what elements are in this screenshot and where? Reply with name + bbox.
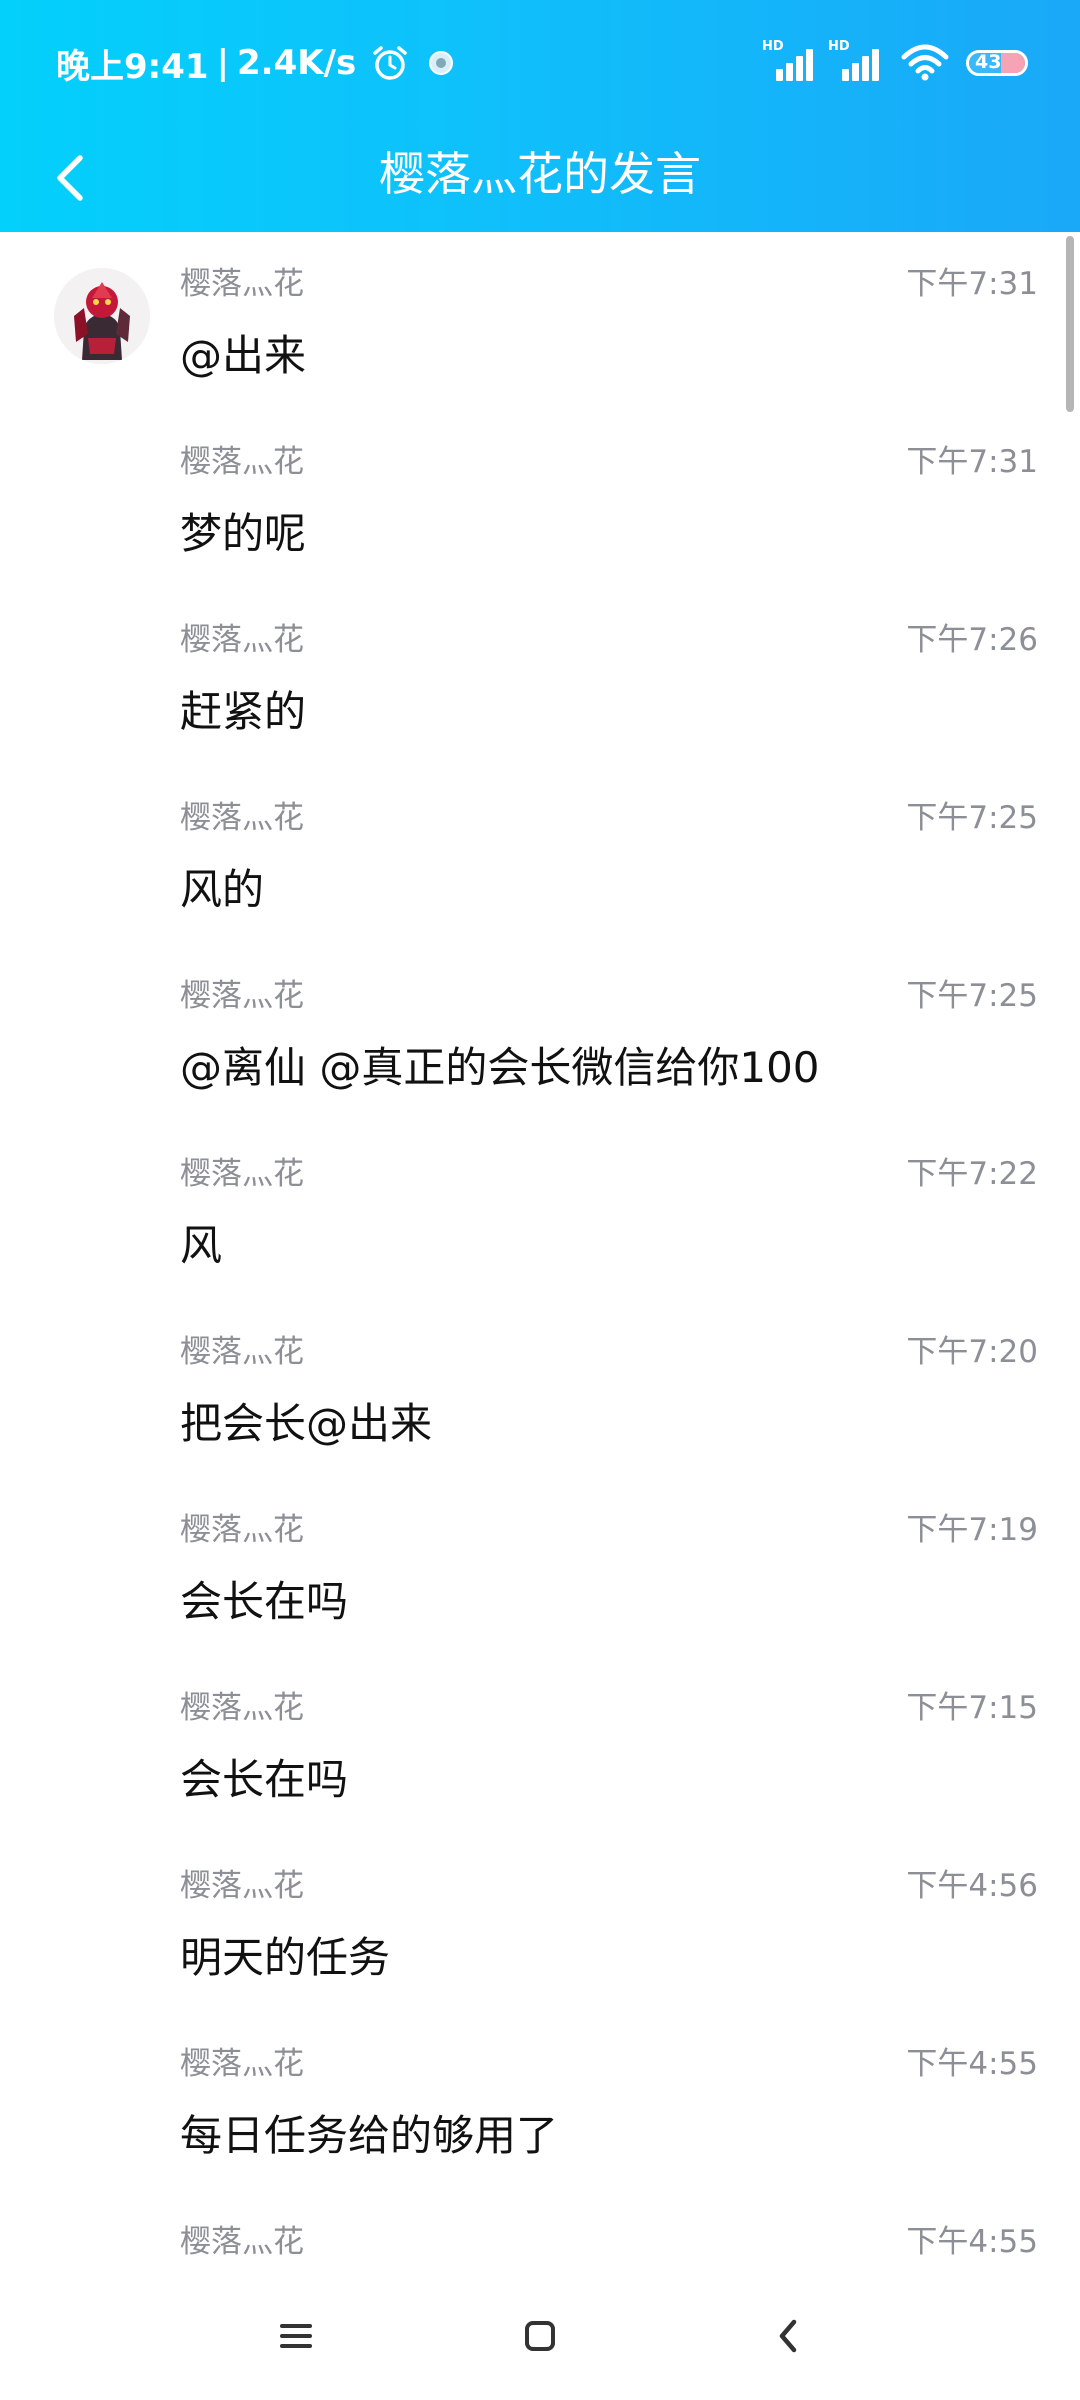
system-nav-bar — [0, 2268, 1080, 2400]
message-item[interactable]: 樱落灬花 下午7:26 赶紧的 — [0, 588, 1080, 766]
sender-name: 樱落灬花 — [180, 1868, 304, 1904]
message-text: @离仙 @真正的会长微信给你100 — [180, 1043, 820, 1092]
message-time: 下午7:15 — [906, 1690, 1038, 1726]
message-item[interactable]: 樱落灬花 下午7:22 风 — [0, 1122, 1080, 1300]
battery-indicator: 43 — [966, 50, 1028, 76]
message-item[interactable]: 樱落灬花 下午4:56 明天的任务 — [0, 1834, 1080, 2012]
sender-name: 樱落灬花 — [180, 800, 304, 836]
message-text: 把会长@出来 — [180, 1399, 433, 1448]
message-text: 会长在吗 — [180, 1755, 349, 1804]
message-time: 下午4:55 — [906, 2046, 1038, 2082]
sender-name: 樱落灬花 — [180, 1512, 304, 1548]
title-bar: 樱落灬花的发言 — [0, 126, 1080, 232]
message-item[interactable]: 樱落灬花 下午7:31 @出来 — [0, 232, 1080, 410]
sender-name: 樱落灬花 — [180, 2224, 304, 2260]
message-text: 会长在吗 — [180, 1577, 349, 1626]
message-time: 下午4:56 — [906, 1868, 1038, 1904]
sender-name: 樱落灬花 — [180, 978, 304, 1014]
menu-icon — [280, 2324, 312, 2348]
message-item[interactable]: 樱落灬花 下午7:20 把会长@出来 — [0, 1300, 1080, 1478]
home-icon — [525, 2321, 555, 2351]
battery-level: 43 — [975, 51, 1002, 73]
status-right: HD HD 43 — [750, 38, 1028, 88]
message-text: 赶紧的 — [180, 687, 307, 736]
message-time: 下午7:31 — [906, 266, 1038, 302]
sender-name: 樱落灬花 — [180, 266, 304, 302]
sender-name: 樱落灬花 — [180, 1334, 304, 1370]
message-text: 每日任务给的够用了 — [180, 2111, 559, 2160]
avatar[interactable] — [54, 268, 150, 364]
message-time: 下午7:25 — [906, 800, 1038, 836]
message-time: 下午7:25 — [906, 978, 1038, 1014]
alarm-clock-icon — [370, 43, 410, 83]
home-button[interactable] — [500, 2296, 580, 2376]
signal-2-icon: HD — [828, 39, 882, 83]
page-title: 樱落灬花的发言 — [379, 147, 701, 201]
sender-name: 樱落灬花 — [180, 444, 304, 480]
message-item[interactable]: 樱落灬花 下午4:55 每日任务给的够用了 — [0, 2012, 1080, 2190]
back-button[interactable] — [34, 142, 106, 214]
avatar-image — [54, 268, 150, 364]
app-header: 晚上9:41 | 2.4K/s HD HD 43 樱落灬花的发言 — [0, 0, 1080, 232]
menu-button[interactable] — [256, 2296, 336, 2376]
message-item[interactable]: 樱落灬花 下午7:25 @离仙 @真正的会长微信给你100 — [0, 944, 1080, 1122]
wifi-icon — [900, 43, 950, 83]
message-text: 明天的任务 — [180, 1933, 391, 1982]
message-text: @出来 — [180, 331, 307, 380]
message-text: 风的 — [180, 865, 265, 914]
message-time: 下午7:22 — [906, 1156, 1038, 1192]
status-bar: 晚上9:41 | 2.4K/s HD HD 43 — [0, 0, 1080, 126]
message-item[interactable]: 樱落灬花 下午7:25 风的 — [0, 766, 1080, 944]
message-time: 下午7:19 — [906, 1512, 1038, 1548]
message-text: 梦的呢 — [180, 509, 307, 558]
sender-name: 樱落灬花 — [180, 2046, 304, 2082]
sender-name: 樱落灬花 — [180, 622, 304, 658]
signal-1-icon: HD — [762, 39, 816, 83]
message-item[interactable]: 樱落灬花 下午7:15 会长在吗 — [0, 1656, 1080, 1834]
sender-name: 樱落灬花 — [180, 1690, 304, 1726]
chevron-left-icon — [57, 155, 83, 201]
message-time: 下午4:55 — [906, 2224, 1038, 2260]
message-item[interactable]: 樱落灬花 下午4:55 — [0, 2190, 1080, 2268]
nav-back-button[interactable] — [748, 2296, 828, 2376]
scrollbar[interactable] — [1066, 236, 1074, 412]
status-time: 晚上9:41 — [56, 46, 209, 87]
status-left: 晚上9:41 | 2.4K/s — [56, 38, 458, 88]
message-list[interactable]: 樱落灬花 下午7:31 @出来 樱落灬花 下午7:31 梦的呢 樱落灬花 下午7:26 赶紧的樱… — [0, 232, 1080, 2268]
app-notification-icon — [424, 46, 458, 80]
sender-name: 樱落灬花 — [180, 1156, 304, 1192]
message-item[interactable]: 樱落灬花 下午7:19 会长在吗 — [0, 1478, 1080, 1656]
message-time: 下午7:26 — [906, 622, 1038, 658]
message-time: 下午7:31 — [906, 444, 1038, 480]
message-time: 下午7:20 — [906, 1334, 1038, 1370]
network-speed: 2.4K/s — [237, 43, 357, 83]
message-item[interactable]: 樱落灬花 下午7:31 梦的呢 — [0, 410, 1080, 588]
status-separator: | — [216, 43, 229, 83]
message-text: 风 — [180, 1221, 223, 1270]
back-icon — [779, 2319, 797, 2353]
